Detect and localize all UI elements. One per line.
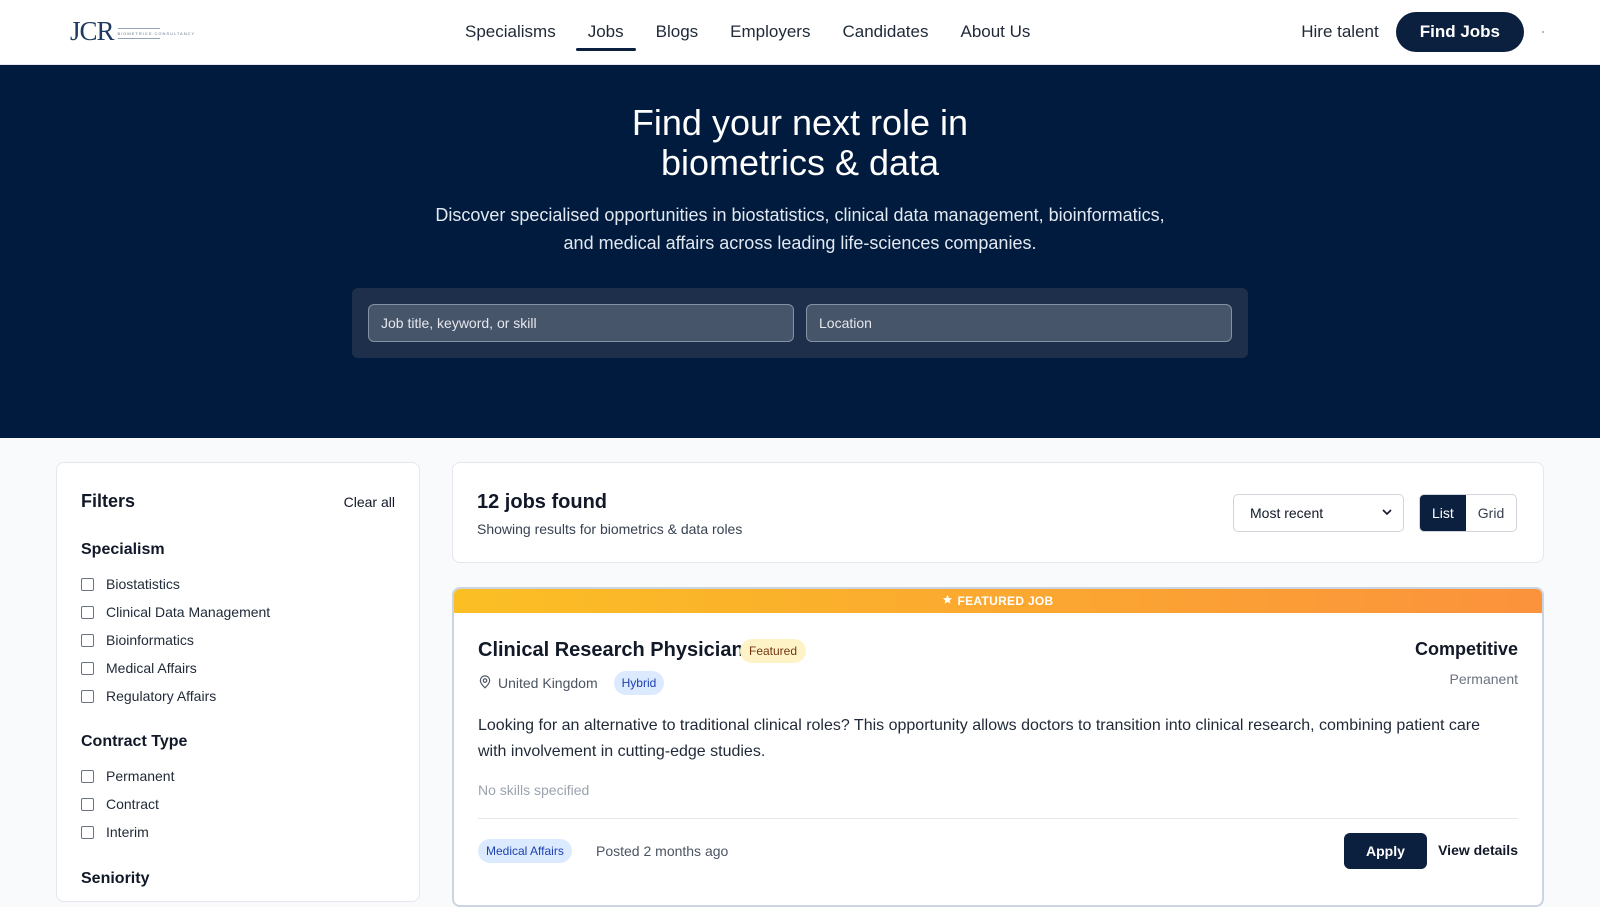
- star-icon: [942, 594, 953, 608]
- jobs-count: 12 jobs found: [477, 491, 607, 513]
- job-contract-type: Permanent: [1449, 671, 1518, 687]
- top-navbar: JCR BIOMETRICS CONSULTANCY Specialisms J…: [0, 0, 1600, 65]
- filter-contract[interactable]: Contract: [81, 796, 159, 812]
- filter-clinical-data-management[interactable]: Clinical Data Management: [81, 604, 270, 620]
- filter-interim[interactable]: Interim: [81, 824, 149, 840]
- jcr-logo[interactable]: JCR BIOMETRICS CONSULTANCY: [70, 16, 195, 47]
- checkbox[interactable]: [81, 689, 94, 703]
- nav-candidates[interactable]: Candidates: [842, 0, 928, 64]
- nav-indicator-dot: [1542, 31, 1544, 33]
- job-description: Looking for an alternative to traditiona…: [478, 717, 1481, 760]
- filter-permanent[interactable]: Permanent: [81, 768, 174, 784]
- keyword-search-input[interactable]: Job title, keyword, or skill: [368, 304, 794, 342]
- filter-group-seniority-title: Seniority: [81, 870, 150, 887]
- job-posted-date: Posted 2 months ago: [596, 843, 729, 859]
- logo-mark: JCR: [70, 16, 115, 46]
- hero-title: Find your next role in biometrics & data: [631, 102, 969, 183]
- filters-panel: Filters Clear all Specialism Biostatisti…: [56, 462, 420, 902]
- checkbox[interactable]: [81, 825, 94, 839]
- featured-job-banner: FEATURED JOB: [454, 589, 1542, 613]
- sort-select[interactable]: Most recent: [1233, 494, 1404, 532]
- filter-medical-affairs[interactable]: Medical Affairs: [81, 660, 197, 676]
- hero-section: Find your next role in biometrics & data…: [0, 65, 1600, 438]
- filter-group-specialism-title: Specialism: [81, 541, 165, 558]
- nav-employers[interactable]: Employers: [730, 0, 810, 64]
- checkbox[interactable]: [81, 661, 94, 675]
- featured-badge: Featured: [740, 639, 807, 663]
- clear-all-filters-button[interactable]: Clear all: [344, 494, 395, 510]
- apply-button[interactable]: Apply: [1344, 833, 1427, 869]
- view-list-button[interactable]: List: [1420, 495, 1466, 531]
- logo-subtitle: BIOMETRICS CONSULTANCY: [117, 28, 196, 39]
- results-header: 12 jobs found Showing results for biomet…: [452, 462, 1544, 563]
- checkbox[interactable]: [81, 605, 94, 619]
- job-skills: No skills specified: [478, 782, 590, 798]
- map-pin-icon: [478, 674, 492, 693]
- chevron-down-icon: [1381, 505, 1393, 521]
- job-location: United Kingdom: [498, 675, 598, 691]
- filter-bioinformatics[interactable]: Bioinformatics: [81, 632, 194, 648]
- nav-about-us[interactable]: About Us: [960, 0, 1030, 64]
- results-description: Showing results for biometrics & data ro…: [477, 521, 743, 537]
- main-nav: Specialisms Jobs Blogs Employers Candida…: [465, 0, 1030, 64]
- view-toggle: List Grid: [1419, 494, 1518, 532]
- location-search-input[interactable]: Location: [806, 304, 1232, 342]
- filter-group-contract-type-title: Contract Type: [81, 733, 188, 750]
- job-location-row: United Kingdom Hybrid: [478, 671, 665, 695]
- view-details-link[interactable]: View details: [1438, 842, 1518, 858]
- hero-subtitle: Discover specialised opportunities in bi…: [435, 205, 1165, 253]
- filters-title: Filters: [81, 491, 136, 511]
- job-title[interactable]: Clinical Research Physician: [478, 639, 744, 662]
- job-category-badge: Medical Affairs: [478, 839, 572, 863]
- hire-talent-link[interactable]: Hire talent: [1301, 22, 1378, 42]
- checkbox[interactable]: [81, 577, 94, 591]
- nav-jobs[interactable]: Jobs: [575, 0, 636, 64]
- sort-select-value: Most recent: [1250, 505, 1324, 521]
- card-divider: [478, 818, 1518, 819]
- checkbox[interactable]: [81, 633, 94, 647]
- nav-specialisms[interactable]: Specialisms: [465, 0, 556, 64]
- job-salary: Competitive: [1414, 639, 1518, 659]
- nav-blogs[interactable]: Blogs: [656, 0, 699, 64]
- nav-actions: Hire talent Find Jobs: [1301, 12, 1524, 52]
- work-mode-badge: Hybrid: [613, 671, 665, 695]
- job-card[interactable]: FEATURED JOB Clinical Research Physician…: [452, 587, 1544, 907]
- find-jobs-button[interactable]: Find Jobs: [1395, 12, 1524, 52]
- filter-regulatory-affairs[interactable]: Regulatory Affairs: [81, 688, 216, 704]
- checkbox[interactable]: [81, 797, 94, 811]
- job-search-bar: Job title, keyword, or skill Location: [352, 288, 1248, 358]
- checkbox[interactable]: [81, 769, 94, 783]
- filter-biostatistics[interactable]: Biostatistics: [81, 576, 180, 592]
- view-grid-button[interactable]: Grid: [1466, 495, 1516, 531]
